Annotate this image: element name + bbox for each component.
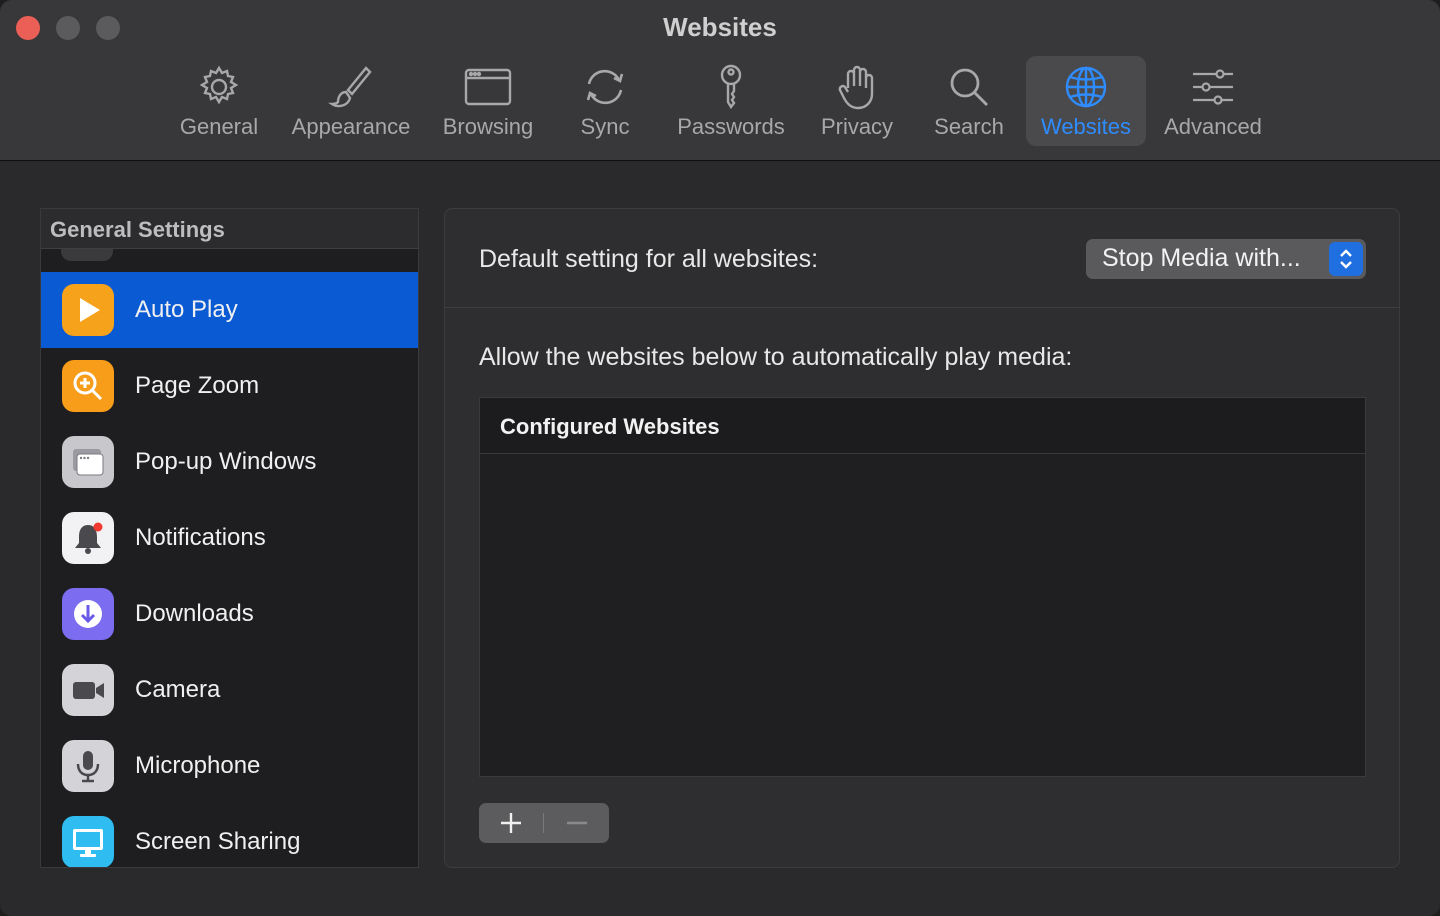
sidebar-item-downloads[interactable]: Downloads [41, 576, 418, 652]
sidebar-item-auto-play[interactable]: Auto Play [41, 272, 418, 348]
sync-icon [586, 69, 624, 105]
tab-sync-label: Sync [580, 114, 630, 139]
sidebar-item-microphone[interactable]: Microphone [41, 728, 418, 804]
tab-privacy-label: Privacy [820, 114, 894, 139]
globe-icon [1065, 66, 1107, 108]
toolbar: Websites General Appearance Browsing Syn… [0, 0, 1440, 161]
monitor-icon [62, 816, 114, 867]
default-setting-label: Default setting for all websites: [479, 245, 819, 273]
preferences-window: Websites General Appearance Browsing Syn… [0, 0, 1440, 916]
sidebar-item-label: Pop-up Windows [135, 448, 317, 475]
panel-divider [445, 307, 1399, 308]
sidebar-item-popup-windows[interactable]: Pop-up Windows [41, 424, 418, 500]
select-value: Stop Media with... [1102, 244, 1301, 272]
bell-icon [62, 512, 114, 564]
play-icon [62, 284, 114, 336]
sliders-icon [1193, 69, 1233, 105]
sidebar-item-label: Screen Sharing [135, 828, 301, 855]
tab-sync[interactable]: Sync [566, 56, 644, 146]
tab-websites[interactable]: Websites [1026, 56, 1146, 146]
sidebar-item-label: Auto Play [135, 296, 238, 323]
sidebar-header: General Settings [41, 209, 418, 249]
tab-search[interactable]: Search [924, 56, 1014, 146]
tab-browsing[interactable]: Browsing [434, 56, 542, 146]
settings-sidebar: General Settings Auto Play Page Zoom Pop… [40, 208, 419, 868]
popup-window-icon [62, 436, 114, 488]
tab-passwords-label: Passwords [677, 114, 785, 139]
add-website-button[interactable] [479, 803, 543, 843]
tab-advanced[interactable]: Advanced [1156, 56, 1270, 146]
tab-privacy[interactable]: Privacy [812, 56, 902, 146]
add-remove-buttons [479, 803, 609, 843]
plus-icon [501, 813, 521, 833]
allow-websites-label: Allow the websites below to automaticall… [479, 343, 1073, 371]
minus-icon [567, 821, 587, 825]
settings-panel: Default setting for all websites: Stop M… [444, 208, 1400, 868]
tab-appearance-label: Appearance [291, 114, 411, 139]
sidebar-item-page-zoom[interactable]: Page Zoom [41, 348, 418, 424]
up-down-chevron-icon [1329, 242, 1363, 276]
sidebar-item-label: Page Zoom [135, 372, 260, 399]
browser-window-icon [464, 68, 512, 106]
sidebar-item-notifications[interactable]: Notifications [41, 500, 418, 576]
magnifier-icon [950, 68, 988, 106]
camera-icon [62, 664, 114, 716]
tab-search-label: Search [934, 114, 1004, 139]
zoom-icon [62, 360, 114, 412]
sidebar-item-label: Notifications [135, 524, 266, 551]
tab-general-label: General [179, 114, 259, 139]
configured-websites-table[interactable]: Configured Websites [479, 397, 1366, 777]
tab-general[interactable]: General [168, 56, 270, 146]
button-separator [543, 813, 544, 833]
sidebar-item-label: Camera [135, 676, 221, 703]
tab-websites-label: Websites [1040, 114, 1132, 139]
tab-passwords[interactable]: Passwords [668, 56, 794, 146]
sidebar-item-screen-sharing[interactable]: Screen Sharing [41, 804, 418, 867]
hand-icon [838, 65, 874, 110]
download-icon [62, 588, 114, 640]
paintbrush-icon [328, 66, 372, 108]
sidebar-item-label: Microphone [135, 752, 261, 779]
remove-website-button[interactable] [545, 803, 609, 843]
window-title: Websites [663, 12, 777, 42]
tab-browsing-label: Browsing [442, 114, 534, 139]
table-header: Configured Websites [480, 398, 1365, 454]
default-setting-select[interactable]: Stop Media with... [1086, 239, 1366, 279]
tab-appearance[interactable]: Appearance [282, 56, 420, 146]
key-icon [720, 64, 742, 110]
microphone-icon [62, 740, 114, 792]
sidebar-scrolled-item [61, 249, 113, 261]
sidebar-item-label: Downloads [135, 600, 254, 627]
gear-icon [199, 65, 239, 105]
tab-advanced-label: Advanced [1164, 114, 1262, 139]
sidebar-item-camera[interactable]: Camera [41, 652, 418, 728]
